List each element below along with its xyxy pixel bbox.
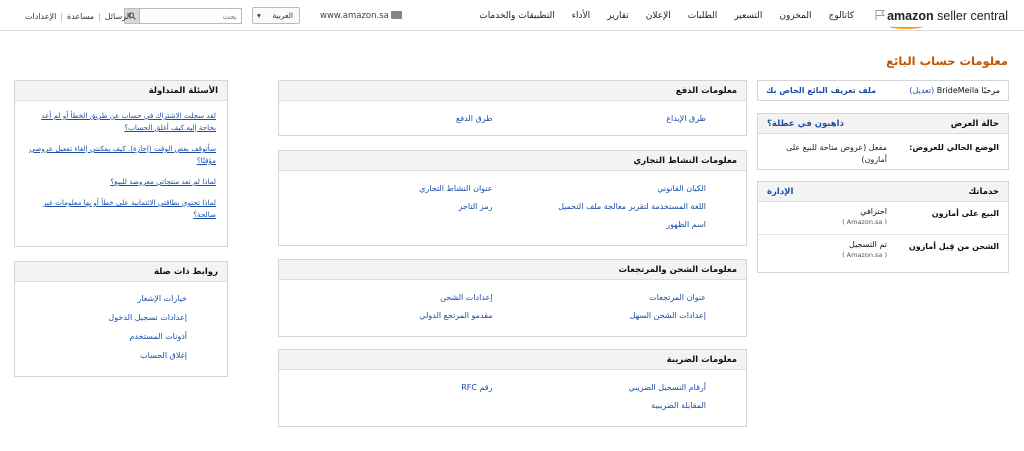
flag-icon[interactable] [874,9,886,21]
display-name-link[interactable]: اسم الظهور [513,216,706,234]
listing-status-label: الوضع الحالي للعروض: [909,143,999,152]
manage-link[interactable]: الإدارة [767,187,793,201]
services-box: خدماتك الإدارة البيع على أمازون احترافي … [757,181,1009,273]
faq-question-link[interactable]: لقد سجلت الاشتراك في حساب عن طريق الخطأ … [15,110,227,134]
nav-reports[interactable]: تقارير [607,11,629,21]
logo-amazon-text: amazon [887,9,934,23]
merchant-token-link[interactable]: رمز التاجر [279,198,493,216]
service-value: احترافي ( Amazon.sa ) [767,207,887,234]
nav-advertising[interactable]: الإعلان [646,11,671,21]
user-permissions-link[interactable]: أذونات المستخدم [15,327,227,346]
faq-question-link[interactable]: لماذا تحتوي بطاقتي الائتمانية على خطأ أو… [15,197,227,221]
service-label: البيع على أمازون [931,209,999,218]
listing-status-box: حالة العرض ذاهبون في عطلة؟ الوضع الحالي … [757,113,1009,170]
language-select[interactable]: العربية ▾ [252,7,300,24]
nav-inventory[interactable]: المخزون [779,11,811,21]
messages-link[interactable]: الرسائل [105,12,132,21]
payment-info-box: معلومات الدفع طرق الإيداع طرق الدفع [278,80,747,136]
logo-seller-central-text: seller central [937,9,1008,23]
help-link[interactable]: مساعدة [67,12,94,21]
service-status: تم التسجيل [849,240,887,249]
divider: | [60,12,63,21]
payment-info-title: معلومات الدفع [279,81,746,101]
nav-apps-services[interactable]: التطبيقات والخدمات [479,11,555,21]
faq-question-link[interactable]: لماذا لم تعد منتجاتي معروضة للبيع؟ [15,176,227,188]
shipping-settings-link[interactable]: إعدادات الشحن [279,289,492,307]
top-navigation-bar: amazon seller central كاتالوج المخزون ال… [0,0,1024,31]
legal-entity-link[interactable]: الكيان القانوني [513,180,706,198]
nav-orders[interactable]: الطلبات [688,11,718,21]
international-returns-link[interactable]: مقدمو المرتجع الدولي [279,307,492,325]
welcome-box: مرحبًا BrideMeila (تعديل) ملف تعريف البا… [757,80,1009,101]
services-header: خدماتك الإدارة [758,182,1008,202]
search-box [124,8,242,24]
business-info-title: معلومات النشاط التجاري [279,151,746,171]
close-account-link[interactable]: إغلاق الحساب [15,346,227,365]
business-info-box: معلومات النشاط التجاري الكيان القانوني ا… [278,150,747,246]
edit-link[interactable]: (تعديل) [909,86,934,95]
shipping-returns-box: معلومات الشحن والمرتجعات عنوان المرتجعات… [278,259,747,337]
greeting: مرحبًا BrideMeila [936,86,1000,95]
amazon-smile-icon [889,24,924,29]
service-row: البيع على أمازون احترافي ( Amazon.sa ) [758,202,1008,235]
deposit-methods-link[interactable]: طرق الإيداع [666,114,706,123]
listing-status-header: حالة العرض ذاهبون في عطلة؟ [758,114,1008,134]
page-title: معلومات حساب البائع [886,54,1008,68]
divider: | [98,12,101,21]
return-address-link[interactable]: عنوان المرتجعات [513,289,706,307]
main-nav: كاتالوج المخزون التسعير الطلبات الإعلان … [479,11,854,21]
payment-methods-link[interactable]: طرق الدفع [456,114,492,123]
related-links-box: روابط ذات صلة خيارات الإشعار إعدادات تسج… [14,261,228,377]
tax-info-title: معلومات الضريبة [279,350,746,370]
search-input[interactable] [140,9,241,23]
nav-pricing[interactable]: التسعير [734,11,762,21]
nav-catalog[interactable]: كاتالوج [829,11,854,21]
related-links-title: روابط ذات صلة [15,262,227,282]
nav-performance[interactable]: الأداء [572,11,590,21]
welcome-text: مرحبًا BrideMeila (تعديل) [909,86,1000,95]
notification-options-link[interactable]: خيارات الإشعار [15,289,227,308]
listing-status-row: الوضع الحالي للعروض: مفعل (عروض متاحة لل… [758,134,1008,166]
service-marketplace: ( Amazon.sa ) [842,218,887,226]
seller-profile-link[interactable]: ملف تعريف البائع الخاص بك [766,86,876,95]
service-row: الشحن من قِبل أمازون تم التسجيل ( Amazon… [758,235,1008,268]
tax-info-box: معلومات الضريبة أرقام التسجيل الضريبي ال… [278,349,747,427]
faq-title: الأسئلة المتداولة [15,81,227,101]
listing-status-title: حالة العرض [950,119,999,129]
rfc-number-link[interactable]: رقم RFC [279,379,492,397]
listing-status-value: مفعل (عروض متاحة للبيع على أمازون) [786,143,887,164]
language-value: العربية [272,11,294,20]
service-label: الشحن من قِبل أمازون [908,242,999,251]
utility-links: الرسائل | مساعدة | الإعدادات [25,12,131,21]
tax-registration-link[interactable]: أرقام التسجيل الضريبي [513,379,706,397]
upload-report-language-link[interactable]: اللغة المستخدمة لتقرير معالجة ملف التحمي… [513,198,706,216]
settings-link[interactable]: الإعدادات [25,12,56,21]
easy-ship-settings-link[interactable]: إعدادات الشحن السهل [513,307,706,325]
service-marketplace: ( Amazon.sa ) [842,251,887,259]
service-status: احترافي [860,207,887,216]
marketplace-label[interactable]: www.amazon.sa [320,11,389,21]
faq-box: الأسئلة المتداولة لقد سجلت الاشتراك في ح… [14,80,228,247]
chevron-down-icon: ▾ [257,11,261,20]
services-title: خدماتك [968,187,999,197]
marketplace-flag-icon [391,11,402,19]
faq-question-link[interactable]: سأتوقف بعض الوقت (إجازة). كيف يمكنني إلغ… [15,143,227,167]
service-value: تم التسجيل ( Amazon.sa ) [767,240,887,268]
seller-central-logo[interactable]: amazon seller central [887,9,1008,29]
shipping-returns-title: معلومات الشحن والمرتجعات [279,260,746,280]
vacation-link[interactable]: ذاهبون في عطلة؟ [767,119,844,133]
business-address-link[interactable]: عنوان النشاط التجاري [279,180,492,198]
login-settings-link[interactable]: إعدادات تسجيل الدخول [15,308,227,327]
tax-interview-link[interactable]: المقابلة الضريبية [513,397,706,415]
